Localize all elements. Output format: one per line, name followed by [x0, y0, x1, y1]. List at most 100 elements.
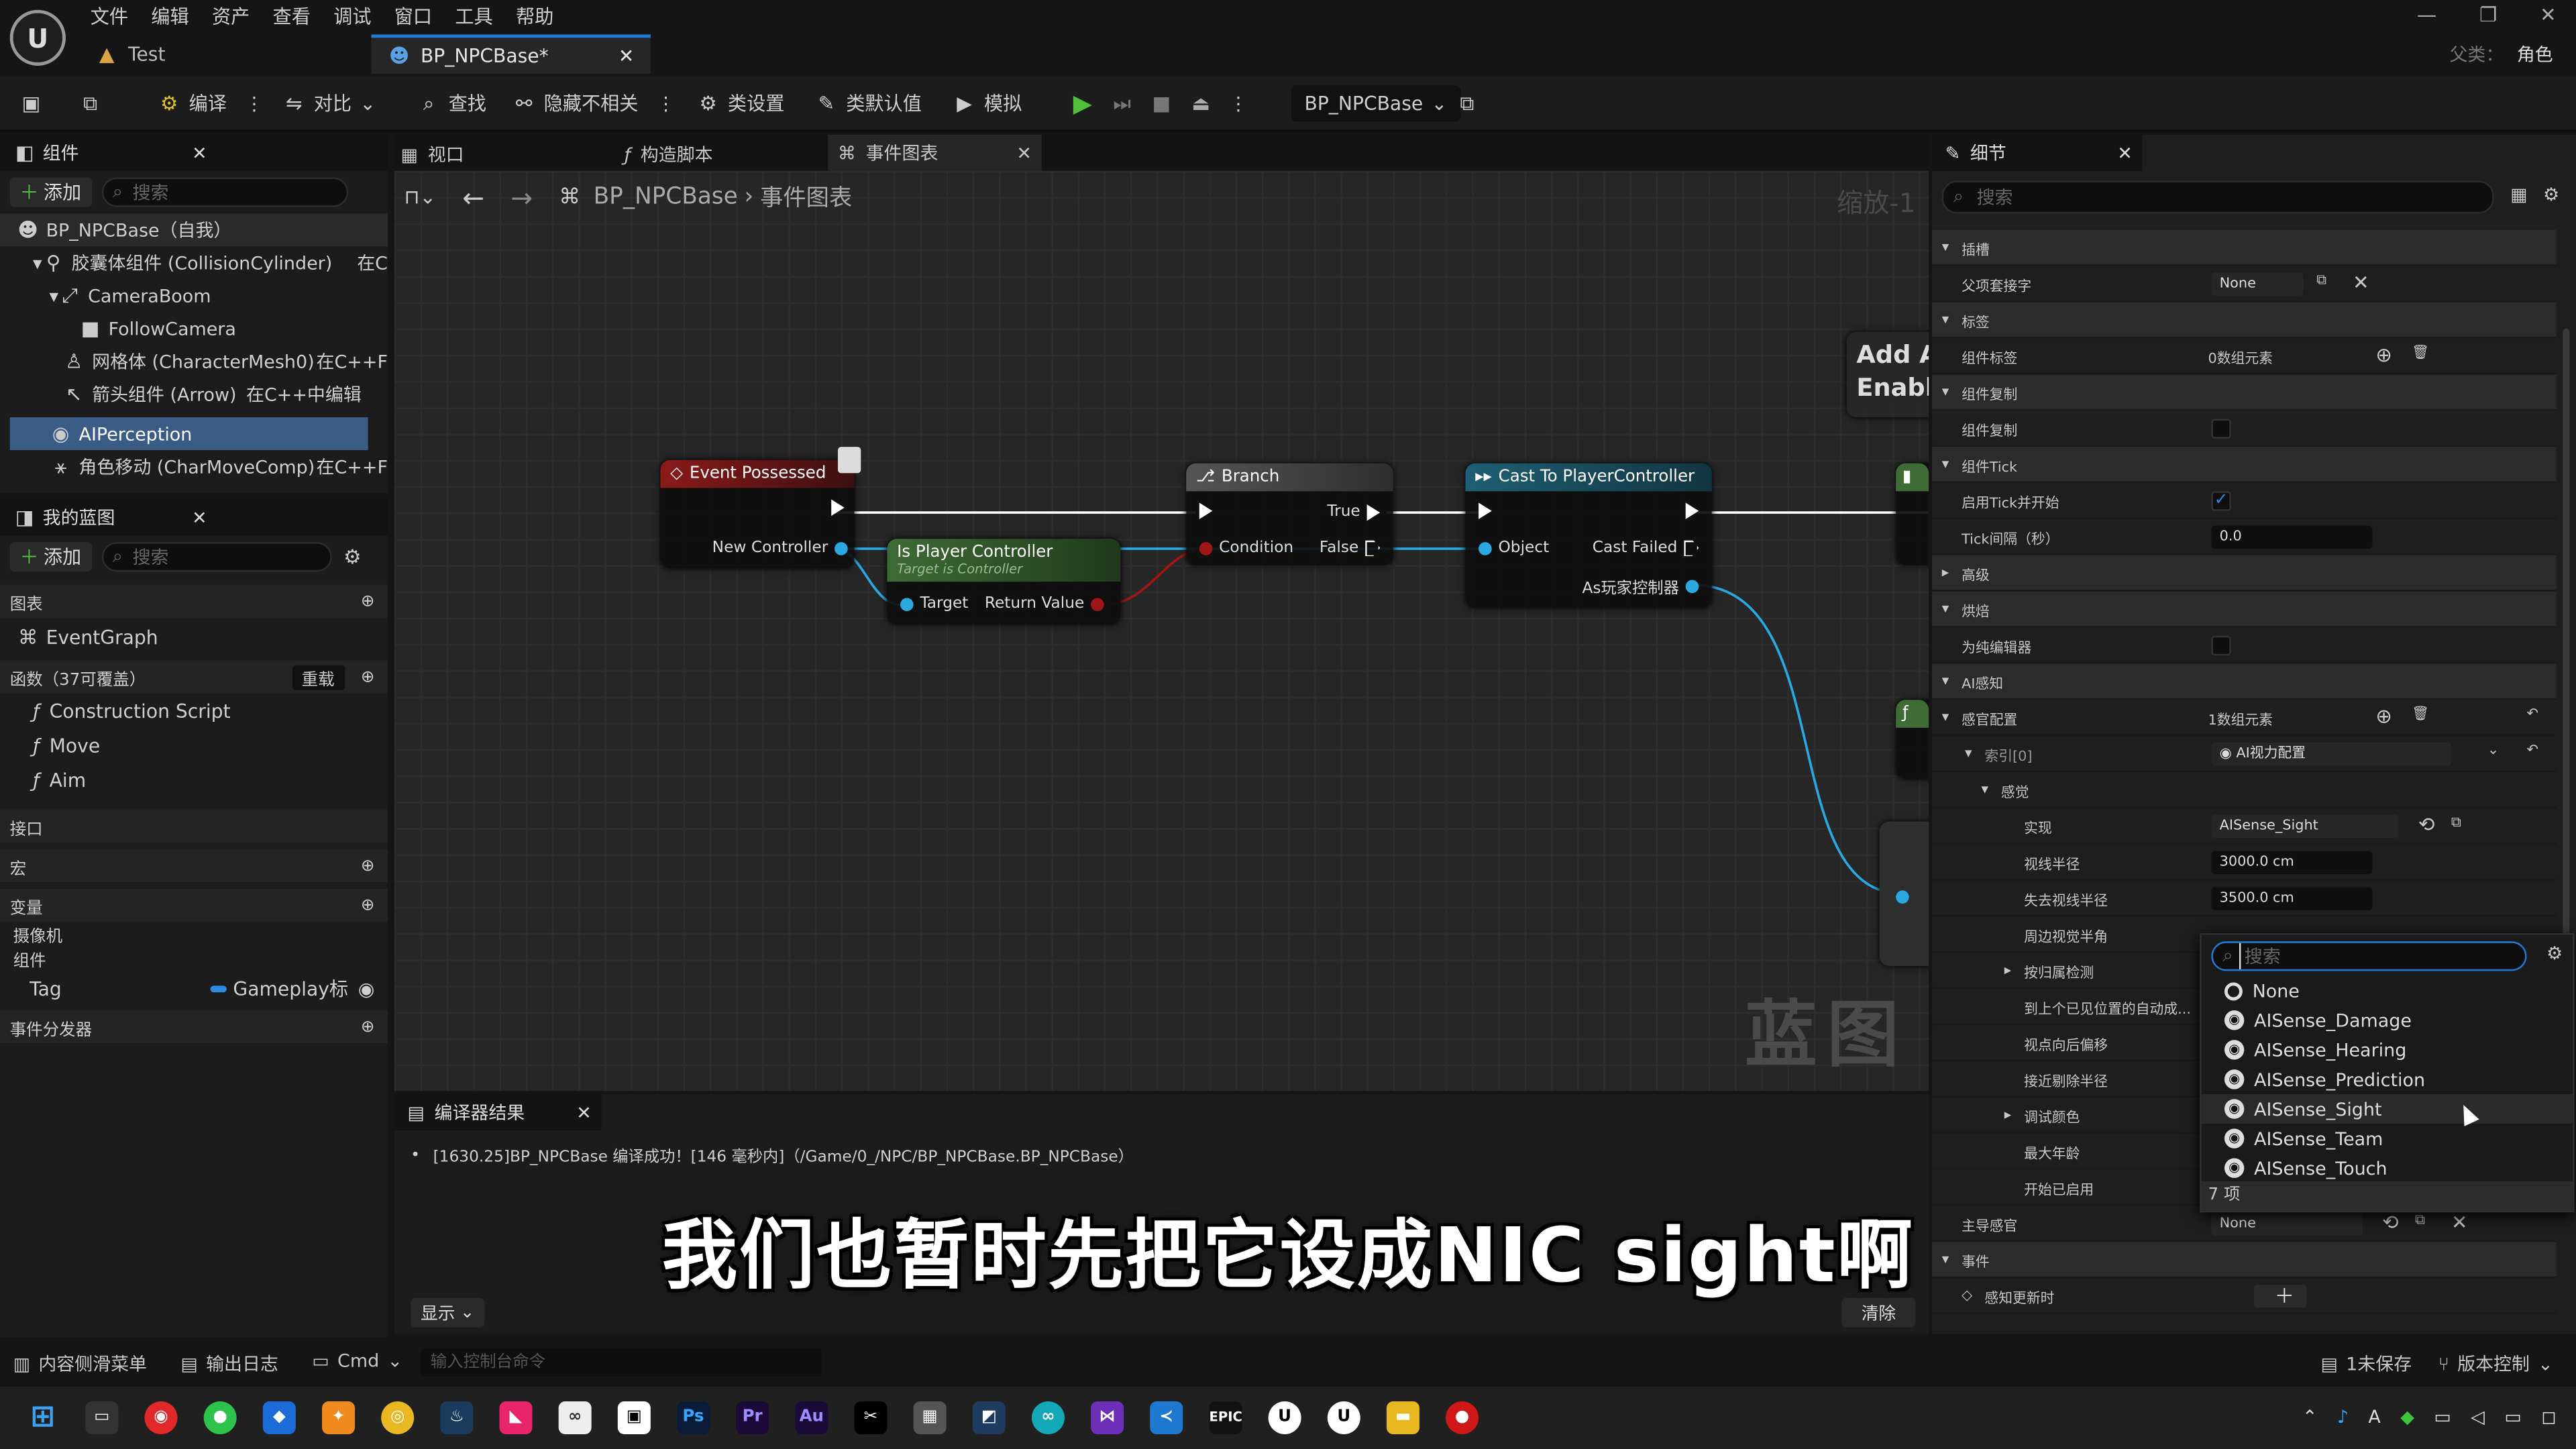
minimize-icon[interactable]: — [2417, 3, 2436, 26]
add-circle-icon[interactable]: ⊕ [2375, 343, 2392, 366]
chevron-down-icon[interactable]: ⌄ [2487, 743, 2499, 759]
chevron-up-icon[interactable]: ⌃ [2302, 1406, 2318, 1428]
mybp-search-input[interactable]: ⌕ 搜索 [101, 542, 331, 572]
trash-icon[interactable]: 🗑 [2412, 345, 2429, 361]
components-tab[interactable]: ◧ 组件 ✕ [0, 134, 388, 171]
exec-in-pin[interactable] [1479, 502, 1492, 519]
close-icon[interactable]: ✕ [576, 1102, 592, 1123]
parent-socket-value[interactable]: None [2211, 272, 2304, 296]
node-partial-3[interactable] [1879, 821, 1929, 967]
component-collision[interactable]: ▾ ⚲ 胶囊体组件 (CollisionCylinder) 在C [0, 246, 388, 279]
section-advanced[interactable]: ▸ 高级 [1932, 555, 2557, 592]
grid-icon[interactable]: ▦ [2510, 184, 2527, 205]
dropdown-item-touch[interactable]: ◉ AISense_Touch [2202, 1153, 2573, 1183]
target-pin[interactable]: Target [900, 595, 968, 612]
tick-start-checkbox[interactable]: ✓ [2211, 491, 2231, 511]
class-settings-button[interactable]: ⚙ 类设置 [696, 85, 784, 121]
notification-icon[interactable]: ◻ [2541, 1406, 2556, 1428]
app-icon[interactable]: ◆ [262, 1401, 296, 1434]
add-circle-icon[interactable]: ⊕ [361, 896, 375, 914]
arduino-icon[interactable]: ∞ [1031, 1401, 1065, 1434]
tab-eventgraph[interactable]: ⌘ 事件图表 ✕ [828, 134, 1042, 171]
node-partial-1[interactable]: ▮ [1896, 463, 1929, 566]
add-component-button[interactable]: ＋添加 [9, 177, 91, 207]
cmd-dropdown[interactable]: ▭ Cmd ⌄ [312, 1350, 402, 1372]
menu-debug[interactable]: 调试 [322, 3, 383, 30]
file-explorer-icon[interactable]: ▬ [1386, 1401, 1419, 1434]
diff-button[interactable]: ⇋ 对比 ⌄ [282, 85, 376, 121]
condition-pin[interactable]: Condition [1199, 539, 1293, 557]
app-icon[interactable]: ▣ [617, 1401, 651, 1434]
menu-view[interactable]: 查看 [261, 3, 322, 30]
premiere-icon[interactable]: Pr [736, 1401, 769, 1434]
chrome-icon[interactable]: ◎ [381, 1401, 415, 1434]
node-partial-add[interactable]: Add A Enabl [1846, 331, 1929, 418]
menu-window[interactable]: 窗口 [383, 3, 444, 30]
node-cast-to-playercontroller[interactable]: ▸▸ Cast To PlayerController Object Cast F… [1465, 463, 1712, 608]
windows-start-icon[interactable]: ⊞ [26, 1401, 59, 1434]
component-cameraboom[interactable]: ▾ ⤢ CameraBoom [0, 279, 388, 312]
add-button[interactable]: ＋添加 [9, 542, 91, 572]
var-category-camera[interactable]: 摄像机 [0, 922, 388, 947]
section-variables[interactable]: 变量 ⊕ [0, 888, 388, 922]
menu-help[interactable]: 帮助 [504, 3, 566, 30]
section-tags[interactable]: ▾ 标签 [1932, 302, 2557, 339]
function-construction[interactable]: ƒ Construction Script [0, 693, 388, 727]
node-partial-2[interactable]: ƒ [1896, 700, 1929, 779]
wechat-icon[interactable]: ● [203, 1401, 237, 1434]
meta-icon[interactable]: ∞ [558, 1401, 592, 1434]
index0-select[interactable]: ◉ AI视力配置 [2211, 742, 2451, 766]
false-pin[interactable]: False [1320, 539, 1381, 557]
photoshop-icon[interactable]: Ps [676, 1401, 710, 1434]
microphone-icon[interactable]: ♪ [2337, 1406, 2349, 1428]
browse-icon[interactable]: ⧉ [2451, 815, 2461, 831]
variable-tag[interactable]: Tag Gameplay标 ◉ [0, 971, 388, 1007]
graph-eventgraph[interactable]: ⌘ EventGraph [0, 618, 388, 657]
menu-asset[interactable]: 资产 [201, 3, 262, 30]
details-search-input[interactable]: ⌕ 搜索 [1941, 180, 2494, 214]
var-category-components[interactable]: 组件 [0, 947, 388, 971]
section-macros[interactable]: 宏 ⊕ [0, 849, 388, 883]
gear-icon[interactable]: ⚙ [2546, 943, 2563, 965]
add-circle-icon[interactable]: ⊕ [361, 592, 375, 610]
restore-icon[interactable]: ❐ [2479, 3, 2497, 26]
eye-icon[interactable]: ◉ [358, 977, 375, 1000]
dropdown-item-hearing[interactable]: ◉ AISense_Hearing [2202, 1035, 2573, 1065]
section-ai[interactable]: ▾ AI感知 [1932, 663, 2557, 700]
app-icon[interactable]: ◣ [499, 1401, 533, 1434]
function-move[interactable]: ƒ Move [0, 728, 388, 762]
override-dropdown[interactable]: 重载 [291, 664, 345, 690]
section-replication[interactable]: ▾ 组件复制 [1932, 374, 2557, 411]
tab-construction[interactable]: ƒ 构造脚本 [625, 142, 713, 168]
component-charmove[interactable]: ⚹ 角色移动 (CharMoveComp) 在C++F [0, 450, 388, 483]
simulate-button[interactable]: ▶ 模拟 [953, 85, 1022, 121]
gear-icon[interactable]: ⚙ [341, 545, 364, 568]
close-window-icon[interactable]: ✕ [2540, 3, 2557, 26]
console-command-input[interactable]: 输入控制台命令 [420, 1348, 822, 1377]
menu-tools[interactable]: 工具 [443, 3, 504, 30]
return-value-pin[interactable]: Return Value [985, 595, 1104, 612]
add-circle-icon[interactable]: ⊕ [361, 857, 375, 875]
dropdown-item-sight[interactable]: ◉ AISense_Sight [2201, 1094, 2573, 1124]
debug-object-select[interactable]: BP_NPCBase ⌄ [1291, 85, 1460, 122]
tab-test[interactable]: ▲ Test [79, 34, 358, 74]
ime-icon[interactable]: A [2368, 1406, 2380, 1428]
exec-out-pin[interactable] [831, 499, 845, 516]
close-icon[interactable]: ✕ [192, 507, 207, 529]
use-selected-icon[interactable]: ⟲ [2418, 813, 2435, 836]
play-icon[interactable]: ▶ [1071, 91, 1094, 116]
menu-file[interactable]: 文件 [79, 3, 140, 30]
capcut-icon[interactable]: ✂ [854, 1401, 888, 1434]
add-circle-icon[interactable]: ⊕ [2375, 705, 2392, 728]
section-graphs[interactable]: 图表 ⊕ [0, 584, 388, 618]
epic-games-icon[interactable]: EPIC [1209, 1401, 1242, 1434]
node-is-player-controller[interactable]: Is Player Controller Target is Controlle… [887, 539, 1121, 625]
dropdown-item-team[interactable]: ◉ AISense_Team [2202, 1124, 2573, 1153]
butterfly-app-icon[interactable]: ✦ [322, 1401, 355, 1434]
components-search-input[interactable]: ⌕ 搜索 [101, 177, 347, 207]
component-mesh[interactable]: ♙ 网格体 (CharacterMesh0) 在C++F [0, 345, 388, 378]
class-defaults-button[interactable]: ✎ 类默认值 [815, 85, 922, 121]
unreal-editor-icon[interactable]: U [1327, 1401, 1360, 1434]
unsaved-button[interactable]: ▤ 1未保存 [2320, 1350, 2412, 1377]
more-icon[interactable]: ⋮ [656, 92, 675, 115]
